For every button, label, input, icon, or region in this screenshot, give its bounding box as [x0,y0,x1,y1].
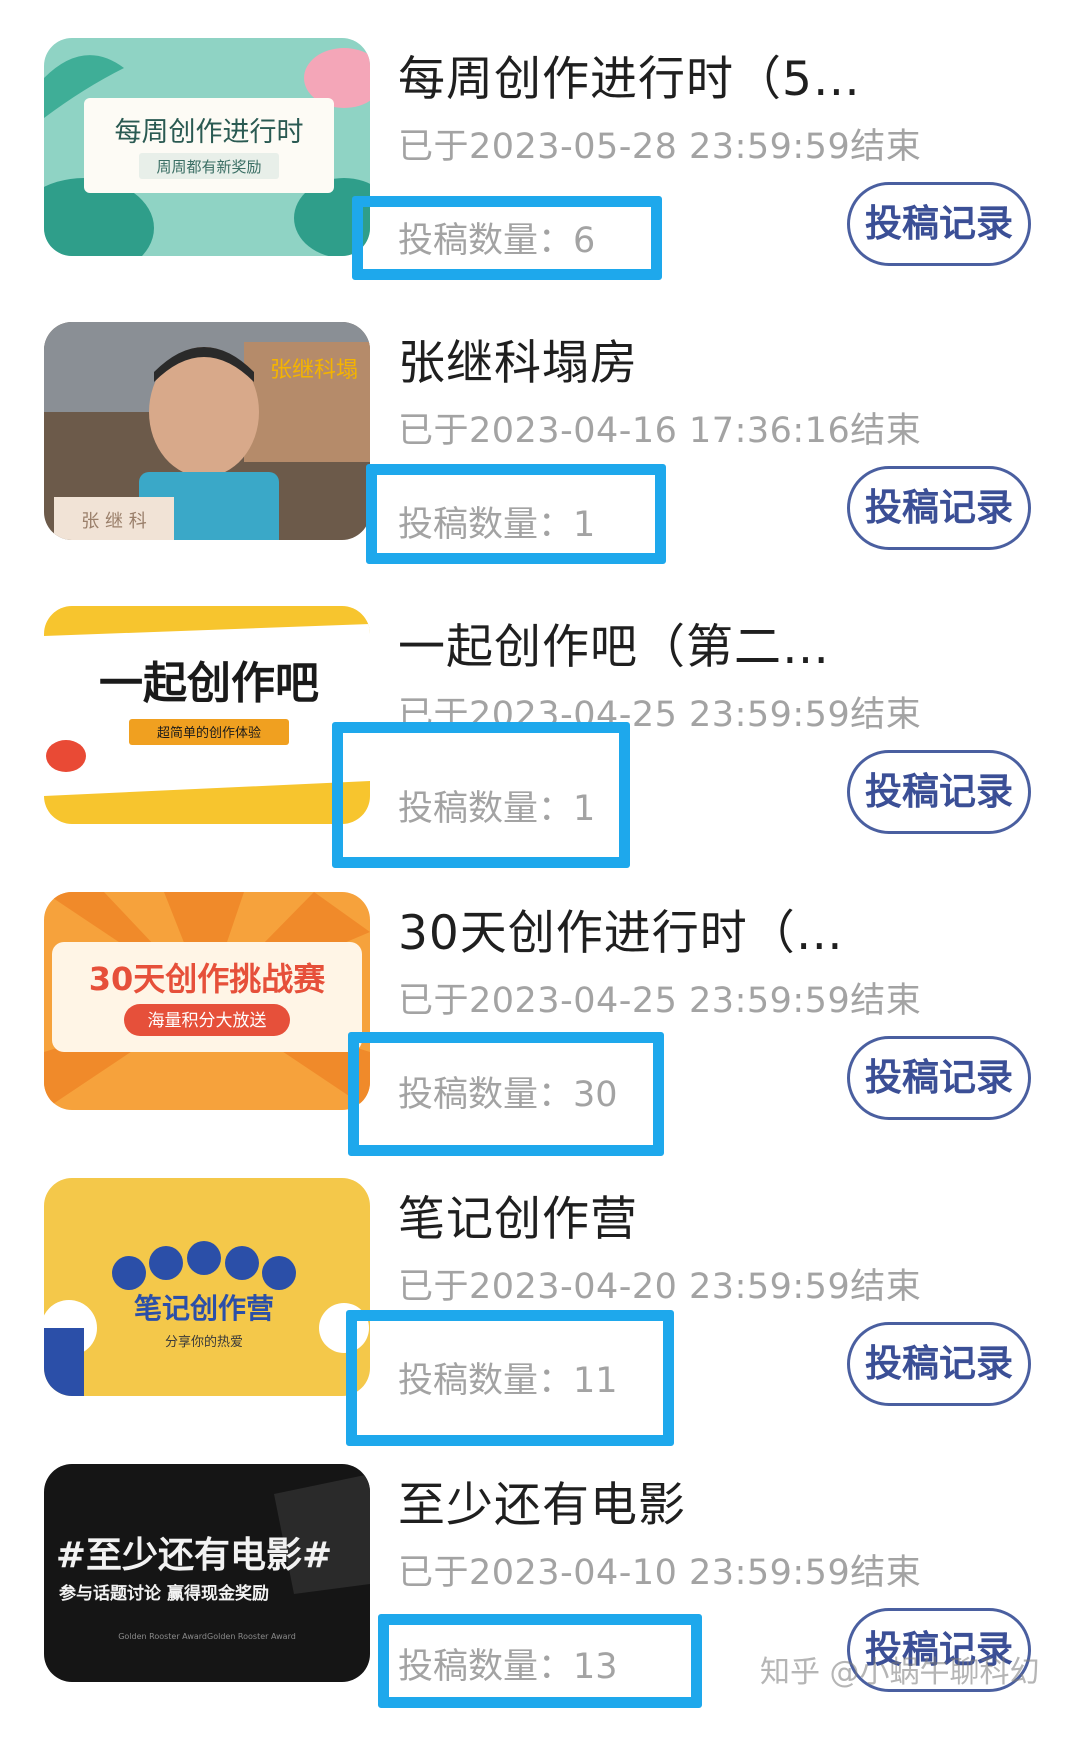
end-time-text: 已于2023-04-25 23:59:59结束 [398,981,922,1021]
activity-thumbnail[interactable]: 一起创作吧 超简单的创作体验 [44,606,370,824]
highlight-box [346,1310,674,1446]
submission-record-button[interactable]: 投稿记录 [847,182,1031,266]
thumbnail-image: 每周创作进行时 周周都有新奖励 [44,38,370,256]
end-time-text: 已于2023-04-16 17:36:16结束 [398,411,922,451]
watermark: 知乎 @小蜗牛聊科幻 [760,1655,1040,1690]
thumbnail-image: 30天创作挑战赛 海量积分大放送 [44,892,370,1110]
svg-text:张 继 科: 张 继 科 [81,511,146,532]
submission-record-button[interactable]: 投稿记录 [847,750,1031,834]
thumbnail-image: 笔记创作营 分享你的热爱 [44,1178,370,1396]
thumb-main-text: 每周创作进行时 [115,117,304,148]
end-time-text: 已于2023-05-28 23:59:59结束 [398,127,922,167]
thumbnail-image: 张 继 科 张继科塌 [44,322,370,540]
thumb-main-text: #至少还有电影# [56,1535,332,1576]
activity-title[interactable]: 每周创作进行时（5… [398,40,861,109]
end-time-text: 已于2023-04-10 23:59:59结束 [398,1553,922,1593]
activity-thumbnail[interactable]: 每周创作进行时 周周都有新奖励 [44,38,370,256]
activity-title[interactable]: 笔记创作营 [398,1180,638,1249]
activity-thumbnail[interactable]: 张 继 科 张继科塌 [44,322,370,540]
activity-thumbnail[interactable]: 30天创作挑战赛 海量积分大放送 [44,892,370,1110]
thumb-main-text: 张继科塌 [270,358,358,383]
thumb-main-text: 一起创作吧 [99,658,319,709]
activity-title[interactable]: 至少还有电影 [398,1466,686,1535]
highlight-box [352,196,662,280]
highlight-box [366,464,666,564]
activity-thumbnail[interactable]: #至少还有电影# 参与话题讨论 赢得现金奖励 Golden Rooster Aw… [44,1464,370,1682]
thumbnail-image: #至少还有电影# 参与话题讨论 赢得现金奖励 Golden Rooster Aw… [44,1464,370,1682]
highlight-box [348,1032,664,1156]
submission-record-button[interactable]: 投稿记录 [847,466,1031,550]
activity-title[interactable]: 张继科塌房 [398,324,638,393]
svg-text:海量积分大放送: 海量积分大放送 [148,1011,267,1031]
svg-text:周周都有新奖励: 周周都有新奖励 [156,158,261,176]
thumbnail-image: 一起创作吧 超简单的创作体验 [44,606,370,824]
activity-thumbnail[interactable]: 笔记创作营 分享你的热爱 [44,1178,370,1396]
activity-title[interactable]: 一起创作吧（第二… [398,608,830,677]
highlight-box [332,722,630,868]
thumb-main-text: 30天创作挑战赛 [89,960,327,998]
svg-text:Golden Rooster AwardGolden Roo: Golden Rooster AwardGolden Rooster Award [118,1632,296,1641]
svg-text:参与话题讨论 赢得现金奖励: 参与话题讨论 赢得现金奖励 [59,1583,269,1604]
thumb-main-text: 笔记创作营 [134,1292,274,1325]
svg-text:分享你的热爱: 分享你的热爱 [165,1334,243,1350]
svg-text:超简单的创作体验: 超简单的创作体验 [157,725,261,741]
activity-title[interactable]: 30天创作进行时（… [398,894,844,963]
highlight-box [378,1614,702,1708]
submission-record-button[interactable]: 投稿记录 [847,1322,1031,1406]
submission-record-button[interactable]: 投稿记录 [847,1036,1031,1120]
end-time-text: 已于2023-04-20 23:59:59结束 [398,1267,922,1307]
